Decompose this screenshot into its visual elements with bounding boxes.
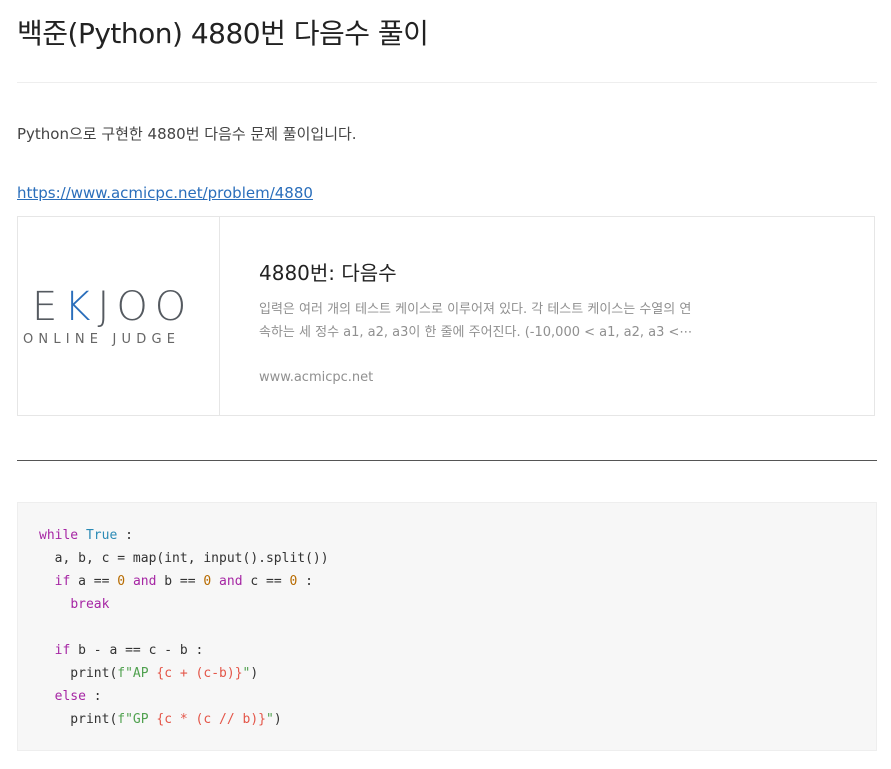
card-title: 4880번: 다음수 [259,261,397,285]
code-line: a, b, c = map(int, input().split()) [39,551,329,566]
title-divider [17,82,877,83]
card-description-line: 속하는 세 정수 a1, a2, a3이 한 줄에 주어진다. (-10,000… [259,325,693,340]
card-url: www.acmicpc.net [259,370,374,385]
baekjoon-logo: EKJOO [32,284,194,330]
link-preview-card[interactable]: EKJOO ONLINE JUDGE 4880번: 다음수 입력은 여러 개의 … [17,216,875,416]
card-description-line: 입력은 여러 개의 테스트 케이스로 이루어져 있다. 각 테스트 케이스는 수… [259,302,692,317]
logo-subtitle: ONLINE JUDGE [23,332,181,347]
section-divider [17,460,877,461]
post-title: 백준(Python) 4880번 다음수 풀이 [17,17,429,50]
code-line: break [70,597,110,612]
post-intro: Python으로 구현한 4880번 다음수 문제 풀이입니다. [17,125,357,143]
code-line: print(f"GP {c * (c // b)}") [39,712,282,727]
code-block: while True : a, b, c = map(int, input().… [17,502,877,751]
code-line: print(f"AP {c + (c-b)}") [39,666,259,681]
code-line: else : [54,689,102,704]
code-line: while True : [39,528,133,543]
problem-link[interactable]: https://www.acmicpc.net/problem/4880 [17,181,313,205]
code-line: if a == 0 and b == 0 and c == 0 : [54,574,313,589]
card-description: 입력은 여러 개의 테스트 케이스로 이루어져 있다. 각 테스트 케이스는 수… [259,298,729,344]
card-thumbnail: EKJOO ONLINE JUDGE [18,217,220,415]
code-line: if b - a == c - b : [54,643,204,658]
